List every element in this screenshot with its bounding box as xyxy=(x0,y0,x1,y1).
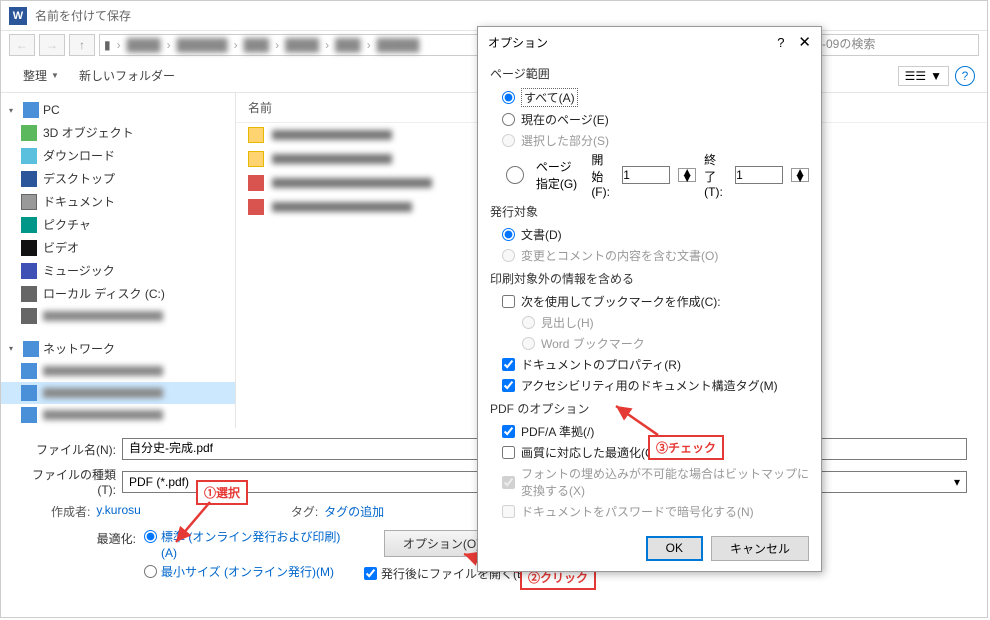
range-pages-row: ページ指定(G) 開始(F): ▲▼ 終了(T): ▲▼ xyxy=(490,151,809,199)
tag-value[interactable]: タグの追加 xyxy=(324,503,384,520)
author-value[interactable]: y.kurosu xyxy=(96,503,140,520)
arrow-3 xyxy=(610,400,670,443)
range-selection-radio: 選択した部分(S) xyxy=(490,130,809,151)
tree-localdisk[interactable]: ローカル ディスク (C:) xyxy=(1,282,235,305)
nonprint-label: 印刷対象外の情報を含める xyxy=(490,270,809,287)
tree-desktop[interactable]: デスクトップ xyxy=(1,167,235,190)
optimize-label: 最適化: xyxy=(51,530,136,585)
pc-icon: ▮ xyxy=(104,38,111,52)
help-button[interactable]: ? xyxy=(955,66,975,86)
author-label: 作成者: xyxy=(51,503,90,520)
tree-music[interactable]: ミュージック xyxy=(1,259,235,282)
filename-label: ファイル名(N): xyxy=(21,441,116,458)
tree-pictures[interactable]: ピクチャ xyxy=(1,213,235,236)
dialog-title: オプション xyxy=(488,34,548,51)
nav-up-button[interactable]: ↑ xyxy=(69,34,95,56)
page-range-label: ページ範囲 xyxy=(490,65,809,82)
acctags-checkbox[interactable]: アクセシビリティ用のドキュメント構造タグ(M) xyxy=(490,375,809,396)
encrypt-checkbox: ドキュメントをパスワードで暗号化する(N) xyxy=(490,501,809,522)
headings-radio: 見出し(H) xyxy=(490,312,809,333)
page-to-input[interactable] xyxy=(735,166,783,184)
dialog-close-button[interactable]: ✕ xyxy=(798,33,811,51)
publish-markup-radio: 変更とコメントの内容を含む文書(O) xyxy=(490,245,809,266)
ok-button[interactable]: OK xyxy=(646,536,703,561)
arrow-1 xyxy=(170,498,220,551)
tag-label: タグ: xyxy=(291,503,318,520)
folder-tree: ▾PC 3D オブジェクト ダウンロード デスクトップ ドキュメント ピクチャ … xyxy=(1,93,236,428)
radio-minsize[interactable] xyxy=(144,565,157,578)
docprops-checkbox[interactable]: ドキュメントのプロパティ(R) xyxy=(490,354,809,375)
window-title: 名前を付けて保存 xyxy=(35,7,131,24)
tree-network-pc1[interactable] xyxy=(1,360,235,382)
tree-videos[interactable]: ビデオ xyxy=(1,236,235,259)
word-bookmarks-radio: Word ブックマーク xyxy=(490,333,809,354)
nav-back-button[interactable]: ← xyxy=(9,34,35,56)
cancel-button[interactable]: キャンセル xyxy=(711,536,809,561)
new-folder-button[interactable]: 新しいフォルダー xyxy=(69,63,185,88)
tree-network-pc3[interactable] xyxy=(1,404,235,426)
view-options-button[interactable]: ☰☰ ▼ xyxy=(898,66,949,86)
tree-network[interactable]: ▾ネットワーク xyxy=(1,337,235,360)
tree-pc[interactable]: ▾PC xyxy=(1,99,235,121)
publish-what-label: 発行対象 xyxy=(490,203,809,220)
optimize-minsize-radio[interactable]: 最小サイズ (オンライン発行)(M) xyxy=(144,565,344,581)
publish-document-radio[interactable]: 文書(D) xyxy=(490,224,809,245)
tree-network-pc2[interactable] xyxy=(1,382,235,404)
nav-forward-button[interactable]: → xyxy=(39,34,65,56)
embed-fonts-checkbox: フォントの埋め込みが不可能な場合はビットマップに変換する(X) xyxy=(490,463,809,501)
organize-button[interactable]: 整理▼ xyxy=(13,63,69,88)
dialog-help-button[interactable]: ? xyxy=(777,35,784,50)
radio-standard[interactable] xyxy=(144,530,157,543)
tree-documents[interactable]: ドキュメント xyxy=(1,190,235,213)
options-dialog: オプション ? ✕ ページ範囲 すべて(A) 現在のページ(E) 選択した部分(… xyxy=(477,26,822,572)
tree-drive[interactable] xyxy=(1,305,235,327)
range-all-radio[interactable]: すべて(A) xyxy=(490,86,809,109)
filetype-label: ファイルの種類(T): xyxy=(21,466,116,497)
range-pages-radio[interactable] xyxy=(502,166,528,184)
tree-3d-objects[interactable]: 3D オブジェクト xyxy=(1,121,235,144)
page-from-input[interactable] xyxy=(622,166,670,184)
bookmarks-checkbox[interactable]: 次を使用してブックマークを作成(C): xyxy=(490,291,809,312)
chk-open-after[interactable] xyxy=(364,567,377,580)
tree-downloads[interactable]: ダウンロード xyxy=(1,144,235,167)
range-current-radio[interactable]: 現在のページ(E) xyxy=(490,109,809,130)
col-name[interactable]: 名前 xyxy=(248,99,272,116)
word-app-icon: W xyxy=(9,7,27,25)
